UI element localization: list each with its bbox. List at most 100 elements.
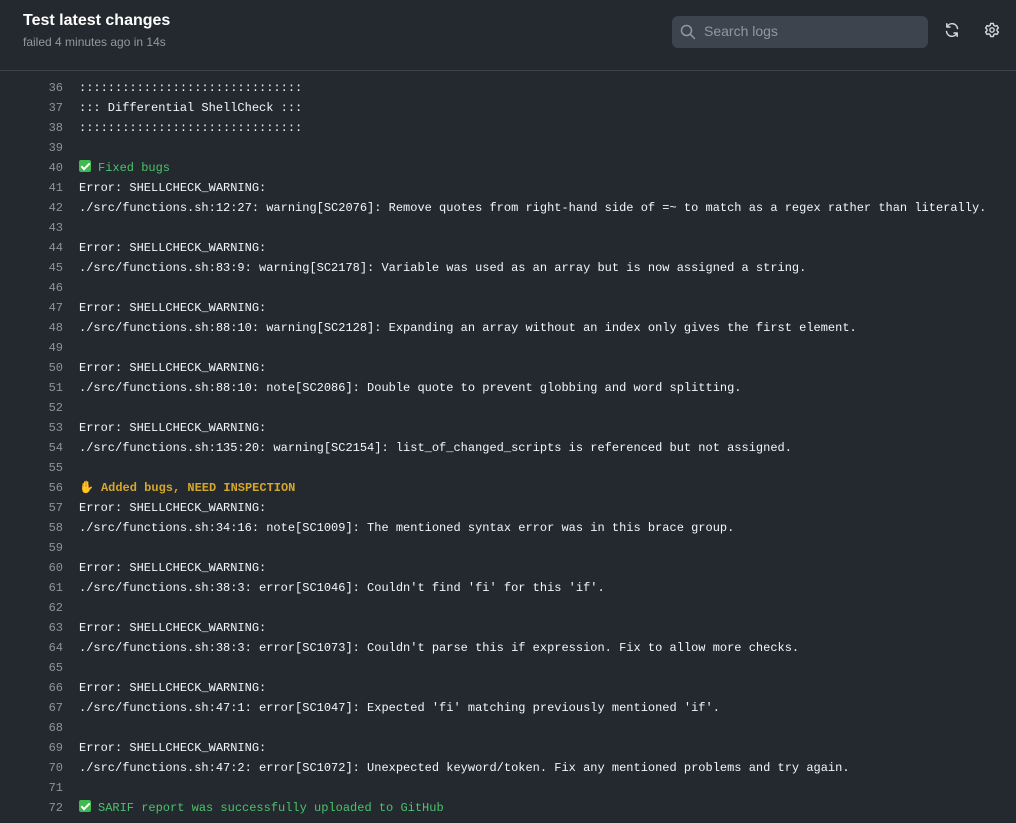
log-line: 42 ./src/functions.sh:12:27: warning[SC20… [0, 198, 1016, 218]
log-line-content: Error: SHELLCHECK_WARNING: [79, 238, 266, 258]
log-line-text: Error: SHELLCHECK_WARNING: [79, 741, 267, 755]
line-number[interactable]: 66 [0, 678, 63, 698]
line-number[interactable]: 54 [0, 438, 63, 458]
line-number[interactable]: 71 [0, 778, 63, 798]
log-line-content: ::::::::::::::::::::::::::::::: [79, 78, 302, 98]
check-mark-icon [79, 160, 91, 172]
line-number[interactable]: 49 [0, 338, 63, 358]
log-line: 45 ./src/functions.sh:83:9: warning[SC217… [0, 258, 1016, 278]
line-number[interactable]: 44 [0, 238, 63, 258]
line-number[interactable]: 37 [0, 98, 63, 118]
log-line-content: ./src/functions.sh:12:27: warning[SC2076… [79, 198, 986, 218]
line-number[interactable]: 45 [0, 258, 63, 278]
line-number[interactable]: 42 [0, 198, 63, 218]
log-line-content: ./src/functions.sh:47:1: error[SC1047]: … [79, 698, 720, 718]
line-number[interactable]: 72 [0, 798, 63, 818]
log-line-text: Error: SHELLCHECK_WARNING: [79, 241, 267, 255]
job-title: Test latest changes [23, 12, 171, 29]
line-number[interactable]: 50 [0, 358, 63, 378]
log-line: 57 Error: SHELLCHECK_WARNING: [0, 498, 1016, 518]
log-line: 54 ./src/functions.sh:135:20: warning[SC2… [0, 438, 1016, 458]
log-line-text: ::::::::::::::::::::::::::::::: [79, 121, 303, 135]
line-number[interactable]: 62 [0, 598, 63, 618]
log-line: 67 ./src/functions.sh:47:1: error[SC1047]… [0, 698, 1016, 718]
log-line: 68 [0, 718, 1016, 738]
refresh-button[interactable] [940, 20, 964, 44]
log-line-text: ./src/functions.sh:47:2: error[SC1072]: … [79, 761, 850, 775]
line-number[interactable]: 70 [0, 758, 63, 778]
log-line: 69 Error: SHELLCHECK_WARNING: [0, 738, 1016, 758]
log-line-content: ./src/functions.sh:34:16: note[SC1009]: … [79, 518, 734, 538]
log-line: 53 Error: SHELLCHECK_WARNING: [0, 418, 1016, 438]
log-line: 60 Error: SHELLCHECK_WARNING: [0, 558, 1016, 578]
log-line: 44 Error: SHELLCHECK_WARNING: [0, 238, 1016, 258]
log-line: 43 [0, 218, 1016, 238]
line-number[interactable]: 39 [0, 138, 63, 158]
search-box[interactable] [672, 16, 928, 48]
log-output: 36::::::::::::::::::::::::::::::: 37::: D… [0, 78, 1016, 818]
line-number[interactable]: 40 [0, 158, 63, 178]
log-line: 70 ./src/functions.sh:47:2: error[SC1072]… [0, 758, 1016, 778]
log-line-text: ./src/functions.sh:83:9: warning[SC2178]… [79, 261, 807, 275]
line-number[interactable]: 48 [0, 318, 63, 338]
line-number[interactable]: 38 [0, 118, 63, 138]
line-number[interactable]: 46 [0, 278, 63, 298]
log-line-text: ::::::::::::::::::::::::::::::: [79, 81, 303, 95]
log-line: 58 ./src/functions.sh:34:16: note[SC1009]… [0, 518, 1016, 538]
settings-button[interactable] [980, 20, 1004, 44]
line-number[interactable]: 60 [0, 558, 63, 578]
log-line: 41 Error: SHELLCHECK_WARNING: [0, 178, 1016, 198]
line-number[interactable]: 53 [0, 418, 63, 438]
line-number[interactable]: 61 [0, 578, 63, 598]
line-number[interactable]: 55 [0, 458, 63, 478]
log-line: 65 [0, 658, 1016, 678]
log-line: 36::::::::::::::::::::::::::::::: [0, 78, 1016, 98]
log-line-text: Error: SHELLCHECK_WARNING: [79, 621, 267, 635]
line-number[interactable]: 68 [0, 718, 63, 738]
log-line-content: Error: SHELLCHECK_WARNING: [79, 738, 266, 758]
log-line: 72 SARIF report was successfully uploaded… [0, 798, 1016, 818]
log-line-text: Error: SHELLCHECK_WARNING: [79, 421, 267, 435]
line-number[interactable]: 56 [0, 478, 63, 498]
log-line-text: ./src/functions.sh:88:10: note[SC2086]: … [79, 381, 742, 395]
log-line-content: Error: SHELLCHECK_WARNING: [79, 418, 266, 438]
log-line-content: Error: SHELLCHECK_WARNING: [79, 358, 266, 378]
log-line-content: Error: SHELLCHECK_WARNING: [79, 558, 266, 578]
line-number[interactable]: 36 [0, 78, 63, 98]
line-number[interactable]: 52 [0, 398, 63, 418]
log-line-text: ::: Differential ShellCheck ::: [79, 101, 303, 115]
log-line-text: Error: SHELLCHECK_WARNING: [79, 561, 267, 575]
line-number[interactable]: 69 [0, 738, 63, 758]
log-line-text: SARIF report was successfully uploaded t… [98, 801, 444, 815]
line-number[interactable]: 43 [0, 218, 63, 238]
search-icon [680, 24, 696, 40]
job-header: Test latest changes failed 4 minutes ago… [0, 0, 1016, 71]
log-line-text: ./src/functions.sh:88:10: warning[SC2128… [79, 321, 857, 335]
line-number[interactable]: 41 [0, 178, 63, 198]
line-number[interactable]: 57 [0, 498, 63, 518]
line-number[interactable]: 67 [0, 698, 63, 718]
line-number[interactable]: 51 [0, 378, 63, 398]
log-line: 38::::::::::::::::::::::::::::::: [0, 118, 1016, 138]
log-line-text: Error: SHELLCHECK_WARNING: [79, 181, 267, 195]
log-line-content: Error: SHELLCHECK_WARNING: [79, 678, 266, 698]
line-number[interactable]: 63 [0, 618, 63, 638]
log-line: 37::: Differential ShellCheck ::: [0, 98, 1016, 118]
log-line: 39 [0, 138, 1016, 158]
line-number[interactable]: 64 [0, 638, 63, 658]
log-line: 46 [0, 278, 1016, 298]
log-line: 59 [0, 538, 1016, 558]
line-number[interactable]: 65 [0, 658, 63, 678]
job-status-subtitle: failed 4 minutes ago in 14s [23, 35, 166, 49]
line-number[interactable]: 59 [0, 538, 63, 558]
log-line: 52 [0, 398, 1016, 418]
log-line-text: ./src/functions.sh:38:3: error[SC1073]: … [79, 641, 800, 655]
log-line-content: ./src/functions.sh:135:20: warning[SC215… [79, 438, 792, 458]
log-line-text: Error: SHELLCHECK_WARNING: [79, 501, 267, 515]
log-line-text: ./src/functions.sh:47:1: error[SC1047]: … [79, 701, 720, 715]
log-line-text: ./src/functions.sh:135:20: warning[SC215… [79, 441, 792, 455]
search-logs-input[interactable] [704, 16, 920, 46]
line-number[interactable]: 47 [0, 298, 63, 318]
line-number[interactable]: 58 [0, 518, 63, 538]
log-line: 66 Error: SHELLCHECK_WARNING: [0, 678, 1016, 698]
